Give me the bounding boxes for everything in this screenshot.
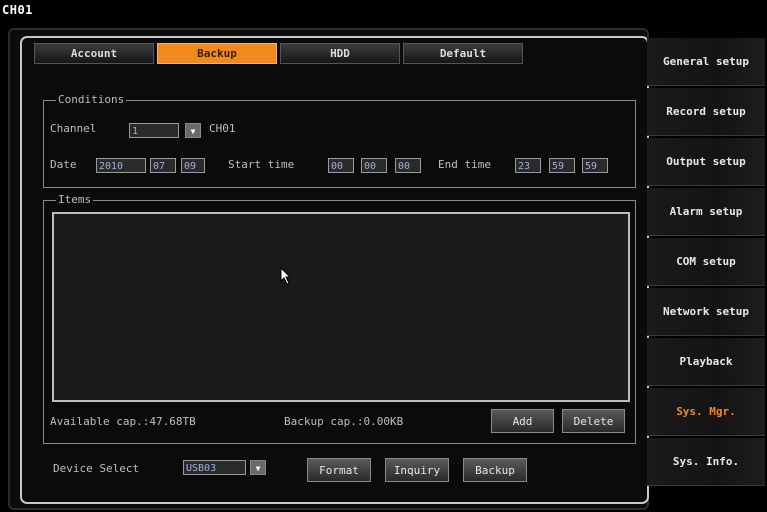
format-button[interactable]: Format bbox=[307, 458, 371, 482]
add-button[interactable]: Add bbox=[491, 409, 554, 433]
sidebar-item-sys-mgr[interactable]: Sys. Mgr. bbox=[647, 388, 765, 436]
start-time-label: Start time bbox=[228, 158, 295, 171]
device-select-label: Device Select bbox=[53, 462, 140, 475]
dvr-screen: CH01 Account Backup HDD Default Conditio… bbox=[0, 0, 767, 512]
end-minute-input[interactable]: 59 bbox=[549, 158, 575, 173]
conditions-group: Conditions bbox=[43, 93, 636, 188]
sidebar-item-network-setup[interactable]: Network setup bbox=[647, 288, 765, 336]
backup-file-list[interactable] bbox=[52, 212, 630, 402]
end-time-label: End time bbox=[438, 158, 491, 171]
sidebar-item-general-setup[interactable]: General setup bbox=[647, 38, 765, 86]
device-select[interactable]: USB03 bbox=[183, 460, 246, 475]
mouse-cursor-icon bbox=[280, 267, 292, 285]
delete-button[interactable]: Delete bbox=[562, 409, 625, 433]
sidebar-item-com-setup[interactable]: COM setup bbox=[647, 238, 765, 286]
sidebar-item-output-setup[interactable]: Output setup bbox=[647, 138, 765, 186]
tab-bar: Account Backup HDD Default bbox=[34, 43, 526, 64]
tab-account[interactable]: Account bbox=[34, 43, 154, 64]
channel-select[interactable]: 1 bbox=[129, 123, 179, 138]
end-hour-input[interactable]: 23 bbox=[515, 158, 541, 173]
items-title: Items bbox=[56, 193, 94, 206]
date-month-input[interactable]: 07 bbox=[150, 158, 176, 173]
inquiry-button[interactable]: Inquiry bbox=[385, 458, 449, 482]
backup-button[interactable]: Backup bbox=[463, 458, 527, 482]
date-label: Date bbox=[50, 158, 77, 171]
date-day-input[interactable]: 09 bbox=[181, 158, 205, 173]
sidebar-item-sys-info[interactable]: Sys. Info. bbox=[647, 438, 765, 486]
sidebar-item-alarm-setup[interactable]: Alarm setup bbox=[647, 188, 765, 236]
start-second-input[interactable]: 00 bbox=[395, 158, 421, 173]
sidebar-item-playback[interactable]: Playback bbox=[647, 338, 765, 386]
channel-name: CH01 bbox=[209, 122, 236, 135]
chevron-down-icon[interactable]: ▼ bbox=[185, 123, 201, 138]
channel-label: Channel bbox=[50, 122, 97, 135]
chevron-down-icon[interactable]: ▼ bbox=[250, 460, 266, 475]
end-second-input[interactable]: 59 bbox=[582, 158, 608, 173]
conditions-title: Conditions bbox=[56, 93, 127, 106]
tab-default[interactable]: Default bbox=[403, 43, 523, 64]
tab-backup[interactable]: Backup bbox=[157, 43, 277, 64]
sidebar-item-record-setup[interactable]: Record setup bbox=[647, 88, 765, 136]
start-hour-input[interactable]: 00 bbox=[328, 158, 354, 173]
date-year-input[interactable]: 2010 bbox=[96, 158, 146, 173]
available-capacity: Available cap.:47.68TB bbox=[50, 415, 196, 428]
backup-capacity: Backup cap.:0.00KB bbox=[284, 415, 404, 428]
tab-hdd[interactable]: HDD bbox=[280, 43, 400, 64]
channel-indicator: CH01 bbox=[2, 3, 33, 17]
start-minute-input[interactable]: 00 bbox=[361, 158, 387, 173]
